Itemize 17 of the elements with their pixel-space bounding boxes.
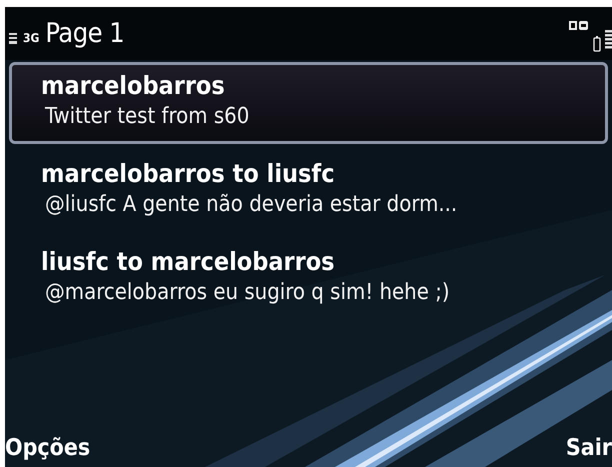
message-title: marcelobarros (41, 71, 225, 100)
message-text: @marcelobarros eu sugiro q sim! hehe ;) (44, 280, 450, 305)
message-text: Twitter test from s60 (44, 104, 250, 129)
input-mode-icon (569, 20, 589, 32)
page-title: Page 1 (45, 18, 124, 49)
network-type: 3G (23, 30, 40, 44)
message-title: liusfc to marcelobarros (41, 247, 335, 276)
signal-icon (9, 32, 17, 44)
battery-icon (593, 36, 601, 52)
message-item[interactable]: liusfc to marcelobarros @marcelobarros eu sugiro q sim! hehe ;) (9, 238, 608, 320)
options-softkey[interactable]: Opções (5, 435, 90, 461)
message-text: @liusfc A gente não deveria estar dorm... (44, 192, 458, 217)
message-item[interactable]: marcelobarros to liusfc @liusfc A gente não deveria estar dorm... (9, 150, 608, 232)
signal-icon (605, 30, 612, 52)
message-item[interactable]: marcelobarros Twitter test from s60 (9, 62, 608, 144)
message-title: marcelobarros to liusfc (41, 159, 335, 188)
exit-softkey[interactable]: Sair (566, 435, 612, 461)
